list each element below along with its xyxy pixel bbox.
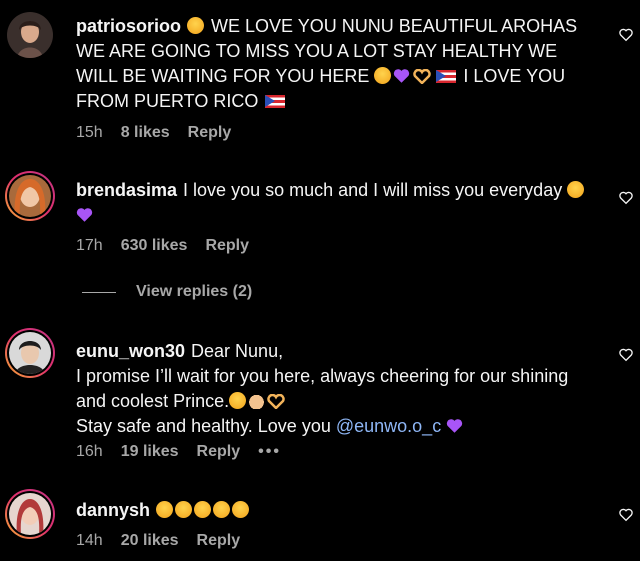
purple-heart-icon [76,208,93,222]
comment-meta: 17h 630 likes Reply [76,237,249,255]
pleading-emoji-icon [175,501,193,518]
purple-heart-icon [394,69,410,83]
pleading-emoji-icon [194,501,212,518]
comment-text: eunu_won30 Dear Nunu, I promise I’ll wait… [76,339,576,439]
replies-divider [82,291,116,293]
crying-emoji-icon [374,67,392,84]
comment-4: dannysh 14h 20 likes Reply [0,485,640,561]
username[interactable]: eunu_won30 [76,341,185,361]
comment-body: I love you so much and I will miss you e… [183,180,563,200]
like-heart-icon[interactable] [618,27,634,43]
view-replies-button[interactable]: View replies (2) [82,283,252,301]
likes-count[interactable]: 19 likes [121,443,179,461]
like-heart-icon[interactable] [618,347,634,363]
avatar[interactable] [5,328,55,378]
prince-emoji-icon [248,392,266,409]
timestamp: 15h [76,124,103,141]
comment-text: patriosorioo WE LOVE YOU NUNU BEAUTIFUL … [76,14,596,114]
reply-button[interactable]: Reply [197,532,241,550]
comment-body-3: Stay safe and healthy. Love you [76,416,331,436]
comment-meta: 14h 20 likes Reply [76,532,240,550]
comment-meta: 15h 8 likes Reply [76,124,231,142]
mention-link[interactable]: @eunwo.o_c [336,416,441,436]
like-heart-icon[interactable] [618,190,634,206]
timestamp: 16h [76,443,103,460]
heart-hands-icon [267,394,285,409]
comment-body: Dear Nunu, [191,341,284,361]
pleading-emoji-icon [213,501,231,518]
comment-text: brendasima I love you so much and I will … [76,178,596,228]
puerto-rico-flag-icon [265,95,286,108]
comment-1: patriosorioo WE LOVE YOU NUNU BEAUTIFUL … [0,0,640,150]
pleading-emoji-icon [187,17,205,34]
reply-button[interactable]: Reply [205,237,249,255]
likes-count[interactable]: 8 likes [121,124,170,142]
timestamp: 14h [76,532,103,549]
reply-button[interactable]: Reply [188,124,232,142]
username[interactable]: patriosorioo [76,16,181,36]
username[interactable]: brendasima [76,180,177,200]
pleading-emoji-icon [232,501,250,518]
username[interactable]: dannysh [76,500,150,520]
more-options-icon[interactable]: ••• [258,443,281,461]
likes-count[interactable]: 20 likes [121,532,179,550]
heart-eyes-emoji-icon [229,392,247,409]
like-heart-icon[interactable] [618,507,634,523]
comment-3: eunu_won30 Dear Nunu, I promise I’ll wait… [0,320,640,470]
pleading-emoji-icon [156,501,174,518]
likes-count[interactable]: 630 likes [121,237,188,255]
comment-meta: 16h 19 likes Reply ••• [76,443,281,461]
avatar[interactable] [5,489,55,539]
heart-hands-icon [413,69,432,84]
avatar[interactable] [7,12,53,58]
comment-body-2: I promise I’ll wait for you here, always… [76,366,569,411]
comment-text: dannysh [76,498,596,523]
reply-button[interactable]: Reply [197,443,241,461]
purple-heart-icon [447,419,463,433]
crying-emoji-icon [567,181,585,198]
avatar[interactable] [5,171,55,221]
timestamp: 17h [76,237,103,254]
puerto-rico-flag-icon [436,70,457,83]
view-replies-label[interactable]: View replies (2) [136,283,252,301]
comment-2: brendasima I love you so much and I will … [0,150,640,260]
